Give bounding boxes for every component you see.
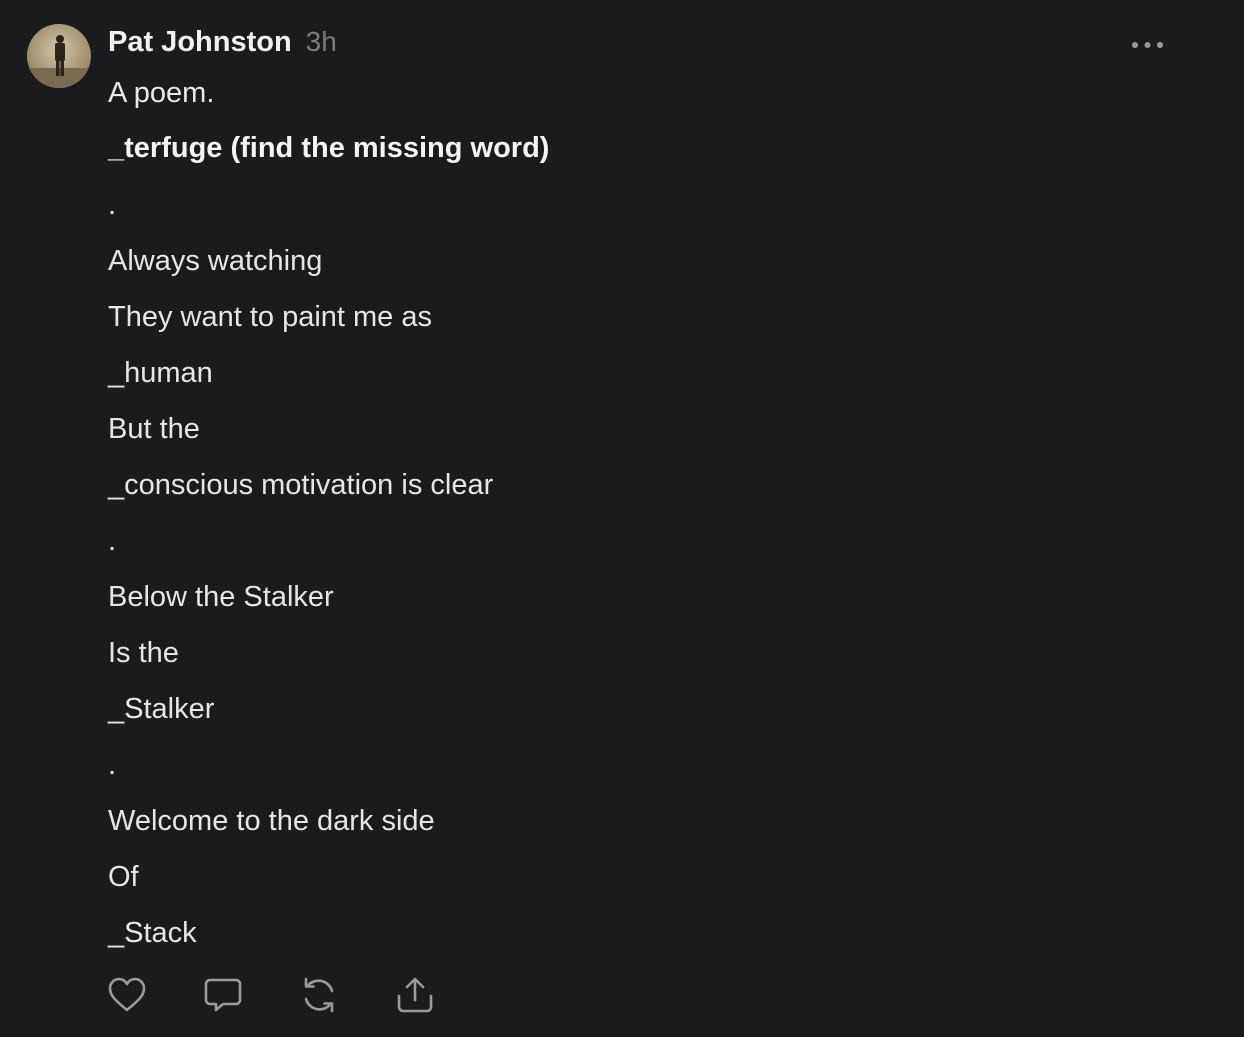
author-avatar[interactable] — [27, 24, 91, 88]
post-card: Pat Johnston 3h A poem. _terfuge (find t… — [0, 0, 1244, 1037]
comment-button[interactable] — [202, 974, 244, 1016]
share-upload-icon — [397, 977, 433, 1013]
poem-line: They want to paint me as — [108, 301, 432, 333]
restack-arrows-icon — [304, 977, 334, 1013]
poem-line: . — [108, 525, 117, 557]
more-options-button[interactable] — [1126, 32, 1170, 58]
poem-body: . Always watching They want to paint me … — [108, 186, 493, 970]
heart-icon — [108, 977, 146, 1012]
poem-line: Is the — [108, 637, 179, 669]
like-button[interactable] — [106, 974, 148, 1016]
poem-line: . — [108, 189, 117, 221]
poem-line: Below the Stalker — [108, 581, 334, 613]
poem-line: Always watching — [108, 245, 323, 277]
poem-line: But the — [108, 413, 200, 445]
poem-line: Welcome to the dark side — [108, 805, 435, 837]
poem-line: _human — [108, 357, 213, 389]
poem-line: _conscious motivation is clear — [108, 469, 494, 501]
poem-title: _terfuge (find the missing word) — [108, 132, 550, 164]
author-name[interactable]: Pat Johnston — [108, 26, 292, 59]
post-timestamp: 3h — [305, 26, 337, 57]
poem-line: _Stack — [108, 917, 197, 949]
poem-line: . — [108, 749, 117, 781]
more-horizontal-icon — [1132, 42, 1163, 48]
post-header: Pat Johnston 3h — [108, 26, 337, 66]
poem-line: Of — [108, 861, 139, 893]
restack-button[interactable] — [298, 974, 340, 1016]
poem-line: _Stalker — [108, 693, 215, 725]
post-intro: A poem. — [108, 77, 215, 109]
post-actions — [106, 974, 490, 1016]
share-button[interactable] — [394, 974, 436, 1016]
speech-bubble-icon — [204, 978, 242, 1012]
